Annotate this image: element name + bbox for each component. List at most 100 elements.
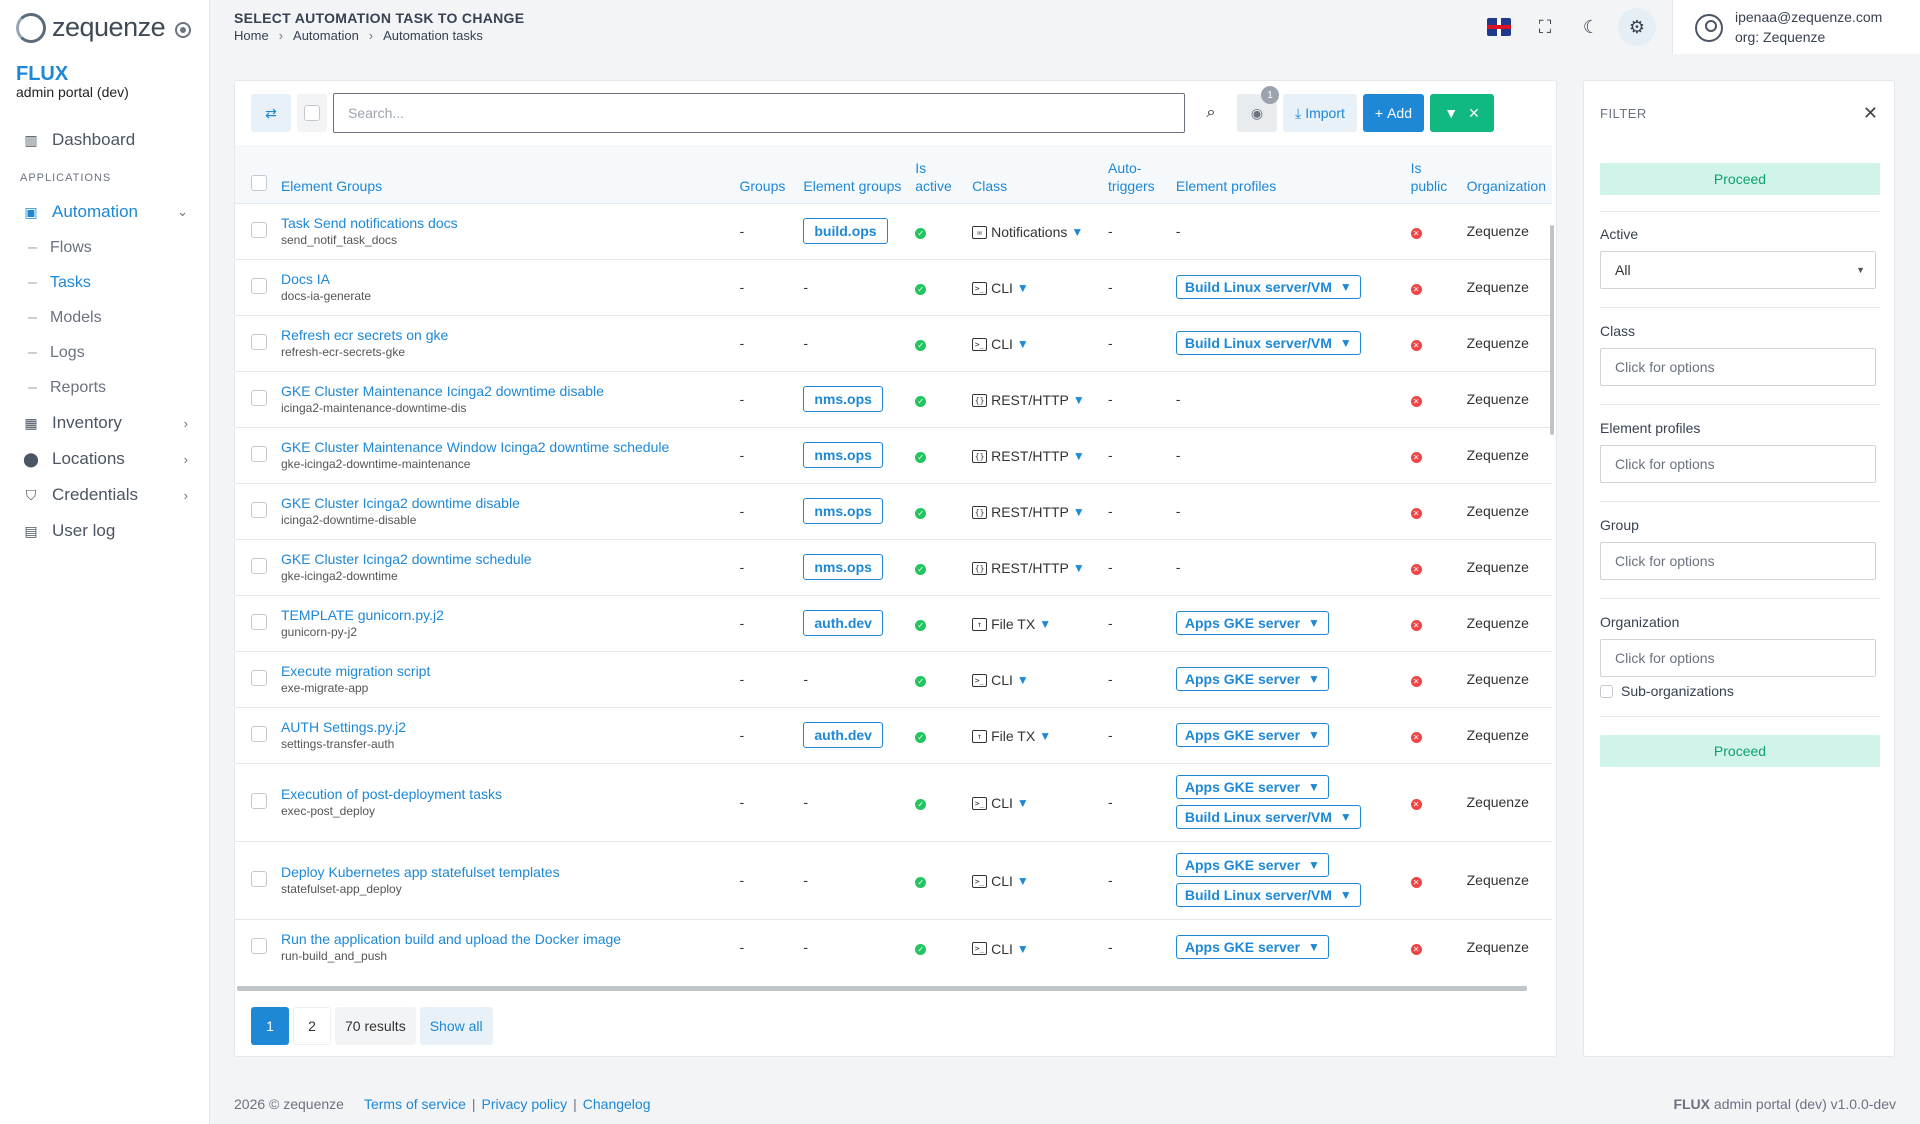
- sidebar-item-locations[interactable]: ⬤ Locations ›: [0, 441, 210, 477]
- task-title-link[interactable]: Deploy Kubernetes app statefulset templa…: [281, 864, 727, 880]
- row-checkbox[interactable]: [251, 870, 267, 887]
- funnel-icon[interactable]: ▼: [1071, 225, 1083, 239]
- table-row[interactable]: Run the application build and upload the…: [235, 918, 1552, 975]
- sidebar-subitem-models[interactable]: – Models: [0, 300, 210, 335]
- row-checkbox[interactable]: [251, 445, 267, 462]
- row-checkbox[interactable]: [251, 557, 267, 574]
- task-title-link[interactable]: GKE Cluster Maintenance Icinga2 downtime…: [281, 383, 727, 399]
- organization-select[interactable]: Click for options: [1600, 639, 1876, 677]
- task-title-link[interactable]: Execution of post-deployment tasks: [281, 786, 727, 802]
- element-profile-tag[interactable]: Build Linux server/VM ▼: [1175, 883, 1361, 907]
- fullscreen-icon[interactable]: ⛶: [1526, 8, 1564, 46]
- element-group-tag[interactable]: build.ops: [803, 218, 888, 244]
- settings-icon[interactable]: [175, 22, 191, 38]
- task-title-link[interactable]: Task Send notifications docs: [281, 215, 727, 231]
- funnel-icon[interactable]: ▼: [1308, 728, 1320, 742]
- horizontal-scrollbar[interactable]: [237, 986, 1527, 991]
- element-profile-tag[interactable]: Apps GKE server ▼: [1175, 611, 1329, 635]
- element-group-tag[interactable]: nms.ops: [803, 498, 883, 524]
- table-row[interactable]: Execute migration script exe-migrate-app -…: [235, 650, 1552, 707]
- row-checkbox[interactable]: [251, 792, 267, 809]
- element-group-tag[interactable]: nms.ops: [803, 554, 883, 580]
- sidebar-subitem-flows[interactable]: – Flows: [0, 230, 210, 265]
- refresh-button[interactable]: ⇄: [251, 94, 291, 132]
- column-element-groups-2[interactable]: Element groups: [797, 145, 910, 203]
- funnel-icon[interactable]: ▼: [1073, 505, 1085, 519]
- class-select[interactable]: Click for options: [1600, 348, 1876, 386]
- header-checkbox[interactable]: [251, 174, 267, 191]
- sidebar-subitem-reports[interactable]: – Reports: [0, 370, 210, 405]
- element-group-tag[interactable]: auth.dev: [803, 610, 883, 636]
- sidebar-item-credentials[interactable]: ⛉ Credentials ›: [0, 477, 210, 513]
- sub-organizations-checkbox[interactable]: [1600, 684, 1613, 698]
- select-all-checkbox[interactable]: [304, 105, 320, 121]
- row-checkbox[interactable]: [251, 221, 267, 238]
- page-1-button[interactable]: 1: [251, 1007, 289, 1045]
- funnel-icon[interactable]: ▼: [1017, 942, 1029, 956]
- element-profile-tag[interactable]: Apps GKE server ▼: [1175, 667, 1329, 691]
- row-checkbox[interactable]: [251, 277, 267, 294]
- funnel-icon[interactable]: ▼: [1017, 673, 1029, 687]
- table-row[interactable]: Task Send notifications docs send_notif_t…: [235, 202, 1552, 259]
- language-button[interactable]: [1480, 8, 1518, 46]
- funnel-icon[interactable]: ▼: [1017, 281, 1029, 295]
- funnel-icon[interactable]: ▼: [1039, 729, 1051, 743]
- column-element-profiles[interactable]: Element profiles: [1169, 145, 1405, 203]
- table-row[interactable]: Docs IA docs-ia-generate - - ✓ >_ CLI ▼ - Build L…: [235, 258, 1552, 315]
- robot-icon[interactable]: ⚙: [1618, 8, 1656, 46]
- search-input[interactable]: Search...: [333, 93, 1185, 133]
- funnel-icon[interactable]: ▼: [1017, 337, 1029, 351]
- sidebar-item-dashboard[interactable]: ▥ Dashboard: [0, 122, 210, 158]
- table-row[interactable]: GKE Cluster Icinga2 downtime disable icin…: [235, 482, 1552, 539]
- element-profile-tag[interactable]: Apps GKE server ▼: [1175, 775, 1329, 799]
- row-checkbox[interactable]: [251, 937, 267, 954]
- column-is-active[interactable]: Is active: [909, 145, 967, 203]
- task-title-link[interactable]: GKE Cluster Maintenance Window Icinga2 d…: [281, 439, 727, 455]
- sidebar-subitem-tasks[interactable]: – Tasks: [0, 265, 210, 300]
- moon-icon[interactable]: ☾: [1572, 8, 1610, 46]
- table-row[interactable]: Deploy Kubernetes app statefulset templa…: [235, 840, 1552, 919]
- column-class[interactable]: Class: [966, 145, 1102, 203]
- logo[interactable]: zequenze: [16, 12, 166, 43]
- funnel-icon[interactable]: ▼: [1017, 796, 1029, 810]
- funnel-icon[interactable]: ▼: [1308, 672, 1320, 686]
- table-row[interactable]: GKE Cluster Maintenance Icinga2 downtime…: [235, 370, 1552, 427]
- privacy-link[interactable]: Privacy policy: [482, 1096, 568, 1112]
- row-checkbox[interactable]: [251, 333, 267, 350]
- funnel-icon[interactable]: ▼: [1340, 336, 1352, 350]
- sub-organizations-option[interactable]: Sub-organizations: [1600, 683, 1734, 699]
- element-profile-tag[interactable]: Build Linux server/VM ▼: [1175, 331, 1361, 355]
- sidebar-item-inventory[interactable]: ▦ Inventory ›: [0, 405, 210, 441]
- proceed-button-bottom[interactable]: Proceed: [1600, 735, 1880, 767]
- column-auto-triggers[interactable]: Auto-triggers: [1101, 145, 1170, 203]
- element-group-tag[interactable]: nms.ops: [803, 386, 883, 412]
- task-title-link[interactable]: Refresh ecr secrets on gke: [281, 327, 727, 343]
- proceed-button-top[interactable]: Proceed: [1600, 163, 1880, 195]
- element-profile-tag[interactable]: Apps GKE server ▼: [1175, 853, 1329, 877]
- table-row[interactable]: Execution of post-deployment tasks exec-p…: [235, 762, 1552, 841]
- column-element-groups[interactable]: Element Groups: [274, 145, 734, 203]
- element-group-tag[interactable]: nms.ops: [803, 442, 883, 468]
- add-button[interactable]: + Add: [1362, 94, 1424, 132]
- search-button[interactable]: ⌕: [1191, 93, 1231, 133]
- row-checkbox[interactable]: [251, 613, 267, 630]
- column-is-public[interactable]: Is public: [1404, 145, 1461, 203]
- funnel-icon[interactable]: ▼: [1340, 280, 1352, 294]
- table-row[interactable]: AUTH Settings.py.j2 settings-transfer-aut…: [235, 706, 1552, 763]
- funnel-icon[interactable]: ▼: [1073, 561, 1085, 575]
- table-row[interactable]: GKE Cluster Icinga2 downtime schedule gke…: [235, 538, 1552, 595]
- task-title-link[interactable]: GKE Cluster Icinga2 downtime disable: [281, 495, 727, 511]
- task-title-link[interactable]: Execute migration script: [281, 663, 727, 679]
- row-checkbox[interactable]: [251, 725, 267, 742]
- user-menu[interactable]: ipenaa@zequenze.com org: Zequenze: [1672, 0, 1920, 54]
- row-checkbox[interactable]: [251, 669, 267, 686]
- changelog-link[interactable]: Changelog: [583, 1096, 651, 1112]
- table-row[interactable]: Refresh ecr secrets on gke refresh-ecr-se…: [235, 314, 1552, 371]
- funnel-icon[interactable]: ▼: [1308, 780, 1320, 794]
- task-title-link[interactable]: Run the application build and upload the…: [281, 931, 727, 947]
- active-select[interactable]: All ▼: [1600, 251, 1876, 289]
- sidebar-item-automation[interactable]: ▣ Automation ⌄: [0, 194, 210, 230]
- table-row[interactable]: GKE Cluster Maintenance Window Icinga2 d…: [235, 426, 1552, 483]
- column-groups[interactable]: Groups: [733, 145, 798, 203]
- group-select[interactable]: Click for options: [1600, 542, 1876, 580]
